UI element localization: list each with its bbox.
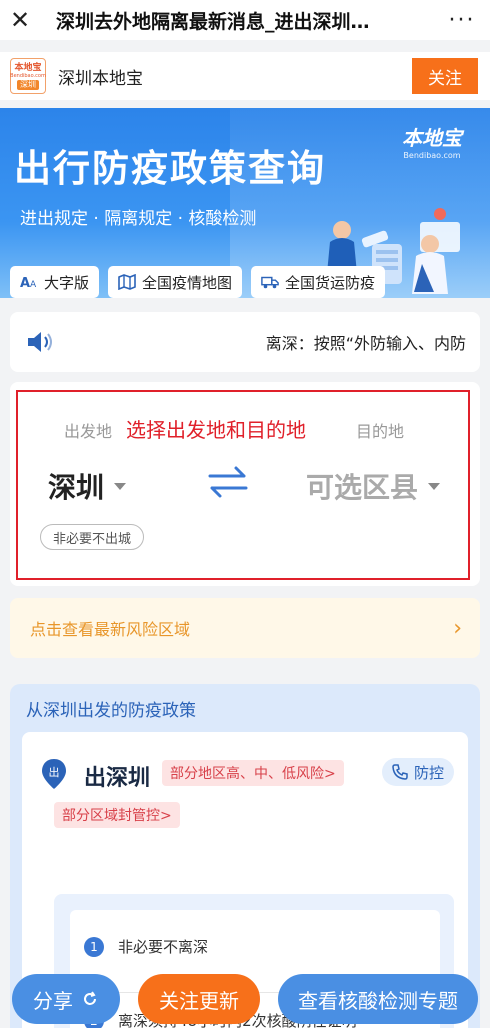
refresh-icon: [84, 991, 96, 1005]
pin-label: 出: [49, 765, 60, 779]
travel-advice-tag: 非必要不出城: [40, 524, 145, 550]
chevron-right-icon: ›: [453, 615, 462, 641]
close-icon[interactable]: ✕: [0, 6, 40, 34]
control-button[interactable]: 防控: [381, 758, 454, 786]
share-button[interactable]: 分享: [12, 974, 120, 1024]
chevron-down-icon: [114, 482, 127, 490]
chip-freight[interactable]: 全国货运防疫: [251, 266, 386, 298]
chip-label: 全国疫情地图: [142, 274, 233, 292]
chip-label: 全国货运防疫: [285, 274, 376, 292]
chevron-down-icon: [428, 482, 441, 490]
risk-link-text: 点击查看最新风险区域: [30, 620, 191, 639]
banner-subtitle: 进出规定 · 隔离规定 · 核酸检测: [20, 209, 257, 229]
from-select[interactable]: 深圳: [48, 466, 127, 506]
follow-button[interactable]: 关注: [412, 58, 478, 94]
banner-chips: AA 大字版 全国疫情地图 全国货运防疫: [10, 266, 386, 298]
from-label: 出发地: [64, 422, 113, 441]
risk-area-link[interactable]: 点击查看最新风险区域 ›: [10, 598, 480, 658]
svg-text:A: A: [30, 280, 37, 290]
lockdown-tag[interactable]: 部分区域封管控>: [54, 802, 180, 828]
route-picker: 出发地 目的地 选择出发地和目的地 深圳 可选区县 非必要不出城: [10, 382, 480, 586]
account-logo[interactable]: 本地宝 Bendibao.com 深圳: [10, 58, 46, 94]
follow-updates-button[interactable]: 关注更新: [138, 974, 260, 1024]
banner-title: 出行防疫政策查询: [14, 147, 326, 190]
account-name[interactable]: 深圳本地宝: [58, 64, 412, 89]
location-pin-icon: 出: [42, 759, 66, 789]
logo-text-main: 本地宝: [14, 62, 42, 73]
title-bar: ✕ 深圳去外地隔离最新消息_进出深圳… ···: [0, 0, 490, 40]
chip-epidemic-map[interactable]: 全国疫情地图: [108, 266, 243, 298]
item-number: 1: [84, 936, 104, 957]
to-label: 目的地: [356, 422, 405, 441]
speaker-icon: [10, 330, 70, 354]
brand-logo: 本地宝 Bendibao.com: [402, 122, 462, 160]
chip-large-font[interactable]: AA 大字版: [10, 266, 100, 298]
to-select[interactable]: 可选区县: [306, 466, 441, 506]
to-value: 可选区县: [306, 471, 419, 504]
risk-tag[interactable]: 部分地区高、中、低风险>: [162, 760, 344, 786]
map-icon: [118, 273, 136, 291]
item-text: 非必要不离深: [118, 938, 209, 956]
logo-text-city: 深圳: [17, 79, 39, 90]
policy-title: 从深圳出发的防疫政策: [26, 701, 196, 721]
place-name: 出深圳: [84, 766, 151, 791]
notice-bar[interactable]: 离深：按照“外防输入、内防: [10, 312, 480, 372]
annotation-text: 选择出发地和目的地: [126, 418, 306, 442]
swap-icon[interactable]: [206, 462, 250, 502]
phone-icon: [392, 764, 408, 780]
chip-label: 大字版: [44, 274, 90, 292]
share-label: 分享: [33, 988, 73, 1013]
page-title: 深圳去外地隔离最新消息_进出深圳…: [56, 10, 370, 33]
brand-name: 本地宝: [402, 126, 462, 150]
logo-text-url: Bendibao.com: [10, 72, 46, 79]
control-label: 防控: [413, 763, 444, 782]
svg-text:A: A: [20, 276, 30, 290]
list-item: 1 非必要不离深: [84, 936, 208, 957]
account-bar: 本地宝 Bendibao.com 深圳 深圳本地宝 关注: [0, 52, 490, 100]
brand-url: Bendibao.com: [403, 151, 461, 160]
nucleic-test-button[interactable]: 查看核酸检测专题: [278, 974, 478, 1024]
font-size-icon: AA: [20, 273, 38, 291]
more-icon[interactable]: ···: [434, 8, 490, 33]
truck-icon: [261, 273, 279, 291]
notice-text: 离深：按照“外防输入、内防: [265, 334, 466, 353]
bottom-action-bar: 分享 关注更新 查看核酸检测专题: [0, 966, 490, 1028]
from-value: 深圳: [48, 471, 105, 504]
